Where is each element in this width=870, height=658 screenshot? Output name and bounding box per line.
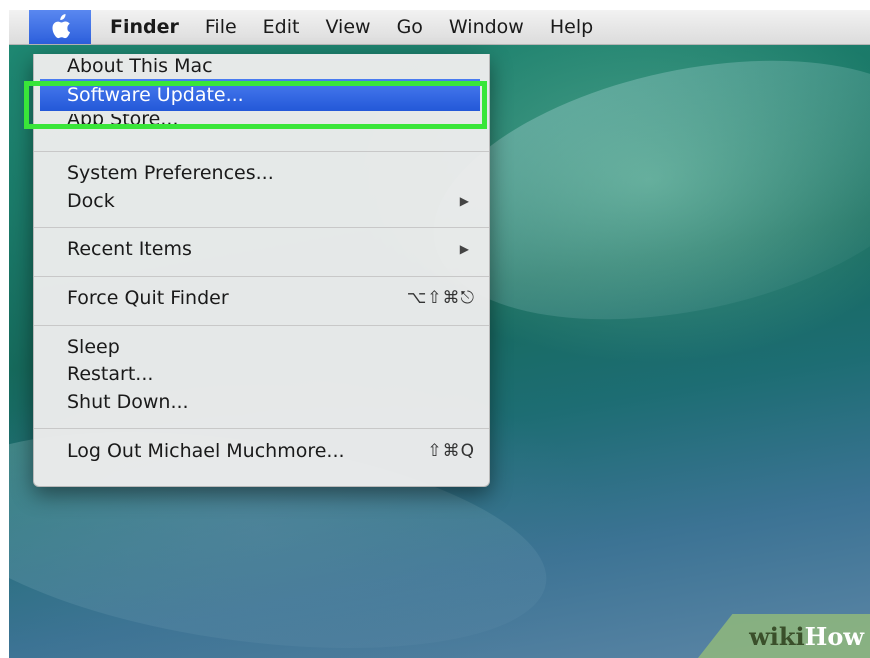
- menu-item-about-this-mac[interactable]: About This Mac: [34, 52, 489, 80]
- menu-item-force-quit[interactable]: Force Quit Finder ⌥⇧⌘⎋: [34, 284, 489, 312]
- menu-file[interactable]: File: [192, 16, 250, 38]
- menu-item-shut-down[interactable]: Shut Down...: [34, 388, 489, 416]
- menu-item-dock[interactable]: Dock ▶: [34, 187, 489, 215]
- menu-item-sleep[interactable]: Sleep: [34, 333, 489, 361]
- log-out-shortcut: ⇧⌘Q: [427, 441, 475, 461]
- menu-help[interactable]: Help: [537, 16, 606, 38]
- apple-logo-icon: [52, 14, 70, 39]
- desktop: Finder File Edit View Go Window Help Abo…: [9, 10, 870, 658]
- menu-separator: [34, 325, 489, 326]
- menu-separator: [34, 276, 489, 277]
- menu-finder[interactable]: Finder: [97, 16, 192, 38]
- menu-separator: [34, 428, 489, 429]
- menu-item-recent-items[interactable]: Recent Items ▶: [34, 235, 489, 263]
- wikihow-watermark: wiki How: [698, 614, 870, 658]
- menu-edit[interactable]: Edit: [250, 16, 313, 38]
- submenu-arrow-icon: ▶: [459, 194, 469, 208]
- menu-item-log-out[interactable]: Log Out Michael Muchmore... ⇧⌘Q: [34, 437, 489, 465]
- menu-item-system-preferences[interactable]: System Preferences...: [34, 159, 489, 187]
- menu-window[interactable]: Window: [436, 16, 537, 38]
- menu-bar: Finder File Edit View Go Window Help: [9, 10, 870, 45]
- menu-item-restart[interactable]: Restart...: [34, 360, 489, 388]
- apple-menu-button[interactable]: [29, 10, 91, 44]
- menu-view[interactable]: View: [312, 16, 383, 38]
- instruction-highlight-box: [24, 81, 487, 129]
- force-quit-shortcut: ⌥⇧⌘⎋: [406, 288, 475, 308]
- menu-separator: [34, 151, 489, 152]
- menu-separator: [34, 227, 489, 228]
- menu-go[interactable]: Go: [384, 16, 436, 38]
- submenu-arrow-icon: ▶: [459, 242, 469, 256]
